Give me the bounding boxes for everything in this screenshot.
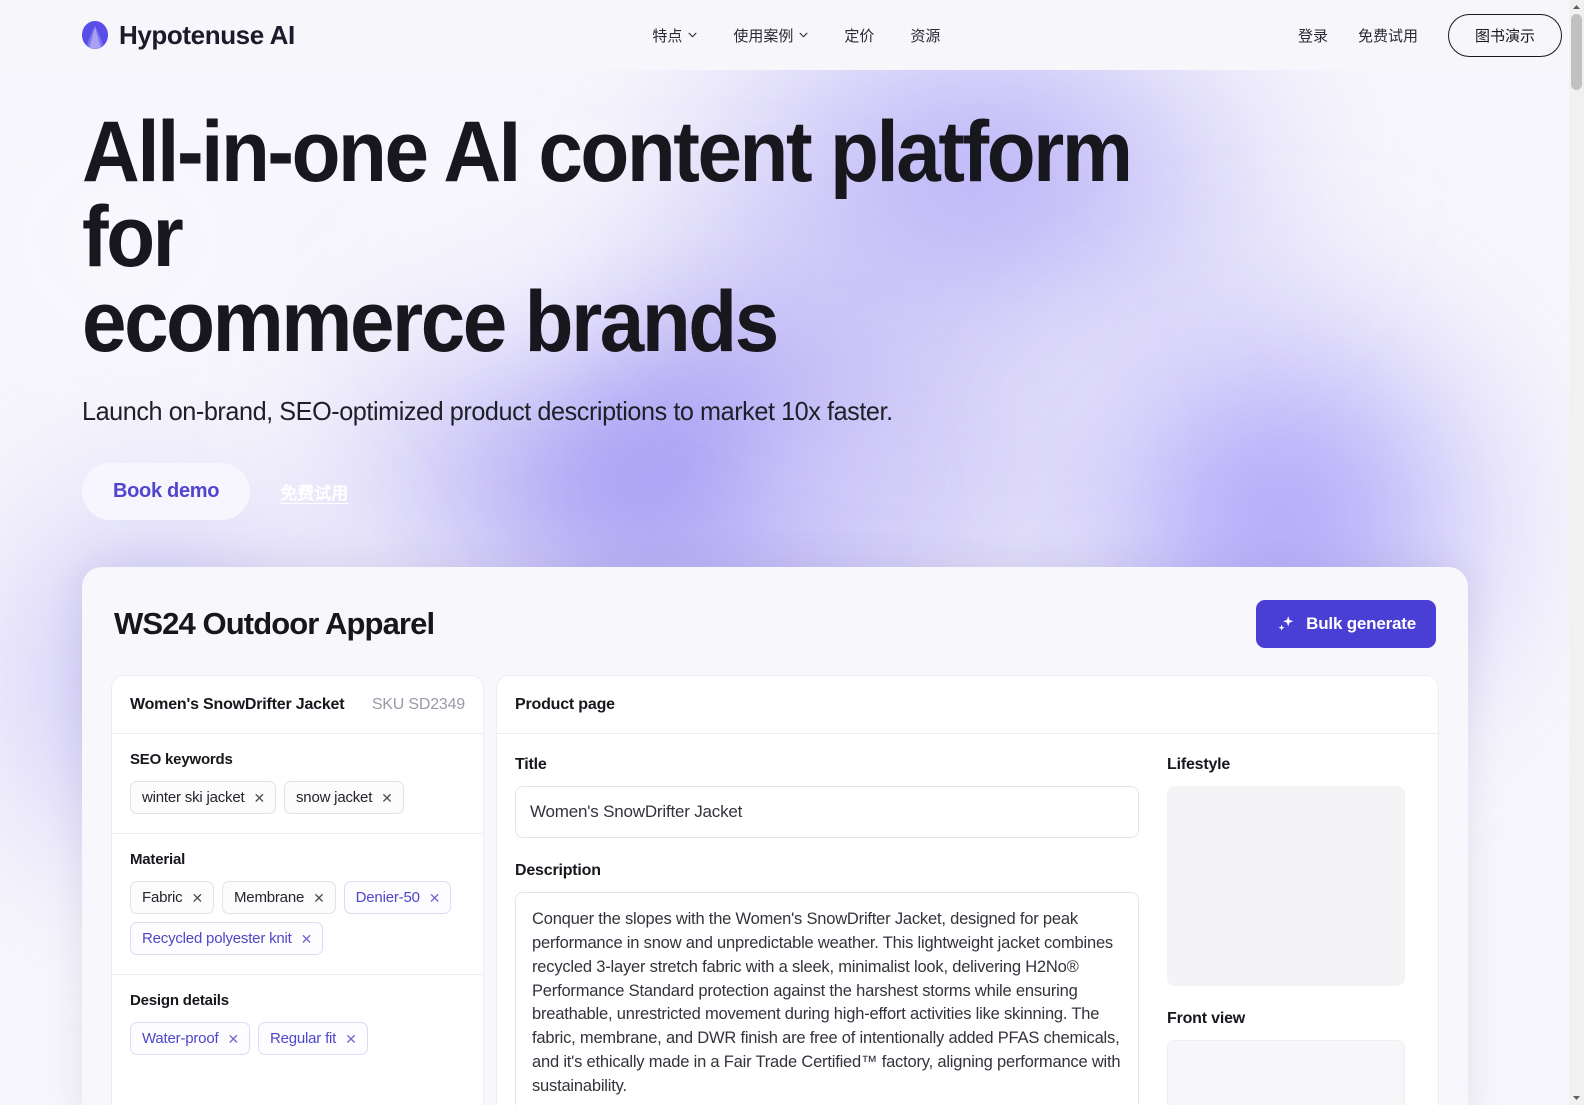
hero-cta-group: Book demo 免费试用 [82,463,1584,521]
description-field-label: Description [515,862,601,880]
chip-label: Regular fit [269,1030,337,1048]
book-demo-nav-button[interactable]: 图书演示 [1447,13,1562,57]
chip-remove-icon[interactable]: ✕ [253,791,265,805]
chip-label: Water-proof [142,1030,219,1048]
chip[interactable]: Membrane ✕ [222,881,336,915]
hero-title-line-1: All-in-one AI content platform for [82,104,1133,286]
product-page-main-column: Product page Title Description Conquer t… [497,676,1157,1105]
hypotenuse-logo-icon [82,21,108,49]
chip-remove-icon[interactable]: ✕ [313,891,325,905]
product-page-panel: Product page Title Description Conquer t… [497,676,1438,1105]
product-page-header: Product page [497,676,1157,735]
editor-panes: Women's SnowDrifter Jacket SKU SD2349 SE… [112,676,1438,1105]
app-card-header: WS24 Outdoor Apparel Bulk generate [112,600,1438,649]
chip-label: Fabric [142,889,183,907]
attribute-group-label: Material [130,851,186,869]
login-link[interactable]: 登录 [1298,25,1328,46]
image-slots: Lifestyle Front view [1157,734,1438,1105]
hero-section: All-in-one AI content platform for ecomm… [0,70,1584,521]
chip-remove-icon[interactable]: ✕ [191,891,203,905]
hero-title-line-2: ecommerce brands [82,274,779,371]
page-scrollbar[interactable] [1569,0,1584,1105]
product-images-column: Lifestyle Front view [1157,676,1438,1105]
attribute-group-material: Material Fabric ✕ Membrane ✕ Denier-50 ✕ [112,834,483,976]
sparkle-icon [1278,616,1294,632]
nav-item-features-label: 特点 [652,27,683,45]
chip[interactable]: Regular fit ✕ [257,1022,368,1056]
attribute-group-label: Design details [130,992,229,1010]
nav-item-pricing-label: 定价 [844,27,875,45]
scroll-down-arrow-icon[interactable] [1569,1091,1584,1105]
free-trial-link[interactable]: 免费试用 [1358,25,1418,46]
chip-remove-icon[interactable]: ✕ [345,1032,357,1046]
product-page-fields: Title Description Conquer the slopes wit… [497,734,1157,1105]
chip-label: winter ski jacket [142,789,245,807]
nav-item-use-cases-label: 使用案例 [733,27,794,45]
attribute-group-seo-keywords: SEO keywords winter ski jacket ✕ snow ja… [112,734,483,835]
product-header: Women's SnowDrifter Jacket SKU SD2349 [112,676,483,735]
nav-item-resources-label: 资源 [910,27,941,45]
chip-remove-icon[interactable]: ✕ [227,1032,239,1046]
chip[interactable]: Recycled polyester knit ✕ [130,922,324,956]
product-name: Women's SnowDrifter Jacket [130,696,345,714]
page-root: Hypotenuse AI 特点 使用案例 定价 资源 登录 免费试用 图书演示… [0,0,1584,1105]
chip-remove-icon[interactable]: ✕ [429,891,441,905]
chip-label: Recycled polyester knit [142,930,292,948]
title-field-label: Title [515,756,547,774]
bulk-generate-label: Bulk generate [1306,614,1416,634]
chip-remove-icon[interactable]: ✕ [301,932,313,946]
book-demo-button[interactable]: Book demo [82,463,251,521]
nav-item-pricing[interactable]: 定价 [844,25,874,46]
attributes-panel: Women's SnowDrifter Jacket SKU SD2349 SE… [112,676,483,1105]
top-navigation-bar: Hypotenuse AI 特点 使用案例 定价 资源 登录 免费试用 图书演示 [0,0,1584,70]
description-textarea[interactable]: Conquer the slopes with the Women's Snow… [515,892,1139,1105]
chip-label: Denier-50 [355,889,420,907]
scrollbar-thumb[interactable] [1571,14,1582,90]
chip-list: Fabric ✕ Membrane ✕ Denier-50 ✕ Recycled… [130,881,465,956]
image-placeholder-front-view[interactable] [1167,1040,1405,1105]
app-preview-card: WS24 Outdoor Apparel Bulk generate Women… [82,567,1468,1105]
title-input[interactable] [515,786,1139,839]
attribute-group-design-details: Design details Water-proof ✕ Regular fit… [112,975,483,1074]
hero-subtitle: Launch on-brand, SEO-optimized product d… [82,396,893,427]
chevron-down-icon [688,32,697,38]
chip-remove-icon[interactable]: ✕ [381,791,393,805]
chip-list: Water-proof ✕ Regular fit ✕ [130,1022,465,1056]
collection-title: WS24 Outdoor Apparel [114,606,435,642]
image-placeholder-lifestyle[interactable] [1167,786,1405,987]
chip[interactable]: Water-proof ✕ [130,1022,250,1056]
page-title: All-in-one AI content platform for ecomm… [82,109,1212,365]
brand-name: Hypotenuse AI [119,19,295,50]
chip[interactable]: snow jacket ✕ [284,781,404,815]
chevron-down-icon [799,32,808,38]
free-trial-hero-link[interactable]: 免费试用 [280,479,348,504]
images-header-spacer [1157,676,1438,735]
attribute-group-label: SEO keywords [130,751,233,769]
bulk-generate-button[interactable]: Bulk generate [1256,600,1436,649]
scroll-up-arrow-icon[interactable] [1569,0,1584,14]
nav-item-features[interactable]: 特点 [652,25,697,46]
nav-actions: 登录 免费试用 图书演示 [1298,13,1562,57]
chip[interactable]: Fabric ✕ [130,881,215,915]
primary-nav-links: 特点 使用案例 定价 资源 [295,25,1298,46]
chip[interactable]: Denier-50 ✕ [343,881,452,915]
product-sku: SKU SD2349 [371,696,465,714]
chip-label: snow jacket [296,789,373,807]
brand-logo[interactable]: Hypotenuse AI [82,20,295,51]
image-slot-label: Lifestyle [1167,756,1231,774]
chip[interactable]: winter ski jacket ✕ [130,781,276,815]
nav-item-use-cases[interactable]: 使用案例 [733,25,808,46]
chip-label: Membrane [234,889,305,907]
nav-item-resources[interactable]: 资源 [910,25,940,46]
chip-list: winter ski jacket ✕ snow jacket ✕ [130,781,465,815]
image-slot-label: Front view [1167,1010,1246,1028]
